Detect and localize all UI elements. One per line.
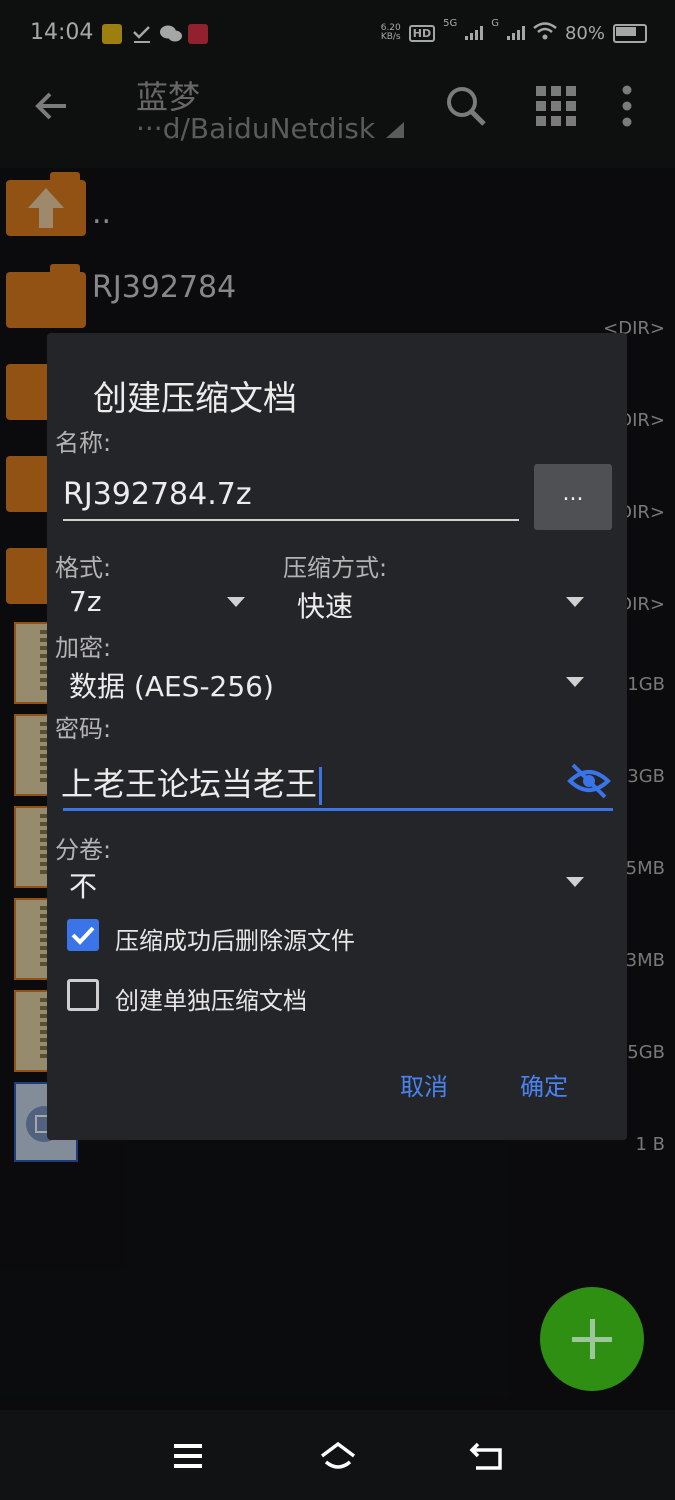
plus-icon-vertical (590, 1319, 595, 1359)
split-volume-label: 分卷: (55, 836, 112, 864)
delete-source-checkbox[interactable] (67, 919, 99, 951)
encryption-dropdown-icon (566, 677, 584, 687)
cancel-button[interactable]: 取消 (400, 1067, 448, 1102)
home-icon (320, 1441, 356, 1469)
recents-button[interactable] (168, 1440, 208, 1472)
add-fab-button[interactable] (540, 1287, 644, 1391)
password-text: 上老王论坛当老王 (61, 765, 318, 803)
back-nav-button[interactable] (468, 1440, 508, 1472)
format-label: 格式: (55, 554, 112, 582)
separate-archive-checkbox[interactable] (67, 979, 99, 1011)
create-archive-dialog: 创建压缩文档 名称: RJ392784.7z ... 格式: 压缩方式: 7z … (47, 333, 627, 1140)
system-nav-bar (0, 1410, 675, 1500)
browse-destination-button[interactable]: ... (534, 464, 612, 530)
home-button[interactable] (318, 1440, 358, 1472)
name-label: 名称: (55, 429, 112, 457)
toggle-password-visibility-button[interactable] (567, 761, 611, 801)
text-cursor (319, 767, 323, 805)
separate-archive-label: 创建单独压缩文档 (115, 987, 307, 1015)
archive-name-input[interactable]: RJ392784.7z (63, 477, 252, 512)
back-nav-icon (469, 1442, 502, 1470)
split-volume-value: 不 (69, 870, 98, 903)
dialog-title: 创建压缩文档 (93, 379, 297, 419)
split-dropdown-icon (566, 877, 584, 887)
ok-button[interactable]: 确定 (520, 1067, 568, 1102)
menu-icon (174, 1444, 202, 1468)
password-label: 密码: (55, 715, 112, 743)
name-field-underline (63, 519, 519, 521)
encryption-label: 加密: (55, 634, 112, 662)
password-input[interactable]: 上老王论坛当老王 (61, 759, 323, 805)
compression-method-label: 压缩方式: (283, 554, 388, 582)
format-dropdown-icon (227, 597, 245, 607)
method-dropdown-icon (566, 597, 584, 607)
format-value: 7z (69, 585, 102, 618)
compression-method-value: 快速 (297, 590, 354, 623)
checkmark-icon (71, 926, 95, 945)
eye-off-icon (567, 763, 611, 799)
encryption-value: 数据 (AES-256) (69, 670, 274, 703)
delete-source-label: 压缩成功后删除源文件 (115, 927, 355, 955)
password-field-underline (63, 808, 613, 811)
